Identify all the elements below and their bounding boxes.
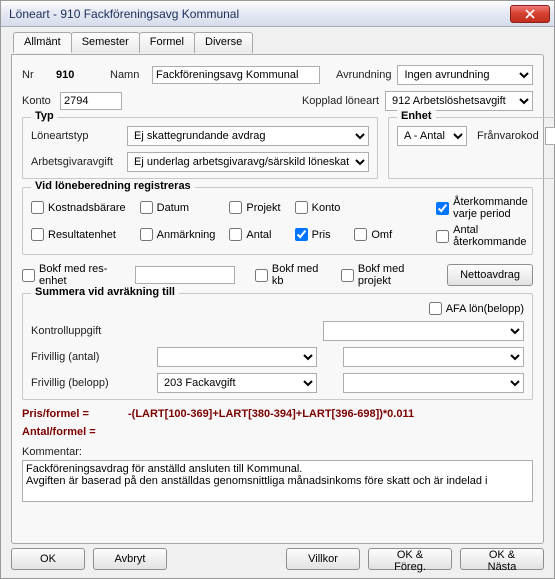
bokf-resenhet-input[interactable] [135, 266, 235, 284]
cb-antal-ater[interactable]: Antal återkommande [436, 224, 528, 248]
ok-foreg-button[interactable]: OK & Föreg. [368, 548, 452, 570]
cb-bokf-kb[interactable]: Bokf med kb [255, 263, 329, 287]
titlebar: Löneart - 910 Fackföreningsavg Kommunal [1, 1, 554, 27]
tab-content: Nr 910 Namn Avrundning Ingen avrundning … [11, 54, 544, 544]
franvaro-label: Frånvarokod [477, 130, 539, 142]
tab-diverse[interactable]: Diverse [194, 32, 253, 53]
name-label: Namn [110, 69, 146, 81]
window: Löneart - 910 Fackföreningsavg Kommunal … [0, 0, 555, 579]
avrund-select[interactable]: Ingen avrundning [397, 65, 533, 85]
typ-enhet-row: Typ Löneartstyp Ej skattegrundande avdra… [22, 117, 533, 187]
cb-omf[interactable]: Omf [354, 223, 392, 246]
loneartstyp-label: Löneartstyp [31, 130, 121, 142]
cb-resultatenhet[interactable]: Resultatenhet [31, 223, 126, 246]
loneartstyp-select[interactable]: Ej skattegrundande avdrag [127, 126, 369, 146]
friv-antal-label: Frivillig (antal) [31, 351, 151, 363]
comment-textarea[interactable]: Fackföreningsavdrag för anställd anslute… [22, 460, 533, 502]
franvaro-input[interactable] [545, 127, 555, 145]
summera-legend: Summera vid avräkning till [31, 286, 179, 298]
ok-button[interactable]: OK [11, 548, 85, 570]
header-row-1: Nr 910 Namn Avrundning Ingen avrundning [22, 65, 533, 85]
antalformel-label: Antal/formel = [22, 426, 122, 438]
avrund-label: Avrundning [336, 69, 391, 81]
name-input[interactable] [152, 66, 320, 84]
tab-formel[interactable]: Formel [139, 32, 195, 53]
kopplad-select[interactable]: 912 Arbetslöshetsavgift [385, 91, 533, 111]
villkor-button[interactable]: Villkor [286, 548, 360, 570]
prisformel-value: -(LART[100-369]+LART[380-394]+LART[396-6… [128, 408, 414, 420]
cb-antal[interactable]: Antal [229, 223, 280, 246]
cb-bokf-projekt[interactable]: Bokf med projekt [341, 263, 435, 287]
typ-group: Typ Löneartstyp Ej skattegrundande avdra… [22, 117, 378, 179]
arbgiv-select[interactable]: Ej underlag arbetsgivaravg/särskild löne… [127, 152, 369, 172]
kontrolluppgift-label: Kontrolluppgift [31, 325, 151, 337]
button-row: OK Avbryt Villkor OK & Föreg. OK & Nästa [11, 544, 544, 570]
cb-projekt[interactable]: Projekt [229, 196, 280, 219]
enhet-legend: Enhet [397, 110, 436, 122]
reg-right: Återkommande varje period Antal återkomm… [436, 196, 528, 248]
enhet-select[interactable]: A - Antal [397, 126, 467, 146]
kontrolluppgift-select[interactable] [323, 321, 524, 341]
cb-bokf-resenhet[interactable]: Bokf med res-enhet [22, 263, 129, 287]
cb-afa[interactable]: AFA lön(belopp) [429, 302, 524, 315]
typ-legend: Typ [31, 110, 58, 122]
header-row-2: Konto Kopplad löneart 912 Arbetslöshetsa… [22, 91, 533, 111]
summera-group: Summera vid avräkning till AFA lön(belop… [22, 293, 533, 400]
konto-input[interactable] [60, 92, 122, 110]
reg-group: Vid löneberedning registreras Kostnadsbä… [22, 187, 533, 255]
ok-nasta-button[interactable]: OK & Nästa [460, 548, 544, 570]
window-title: Löneart - 910 Fackföreningsavg Kommunal [9, 7, 510, 21]
window-body: Allmänt Semester Formel Diverse Nr 910 N… [1, 27, 554, 578]
tab-bar: Allmänt Semester Formel Diverse [11, 31, 544, 52]
cb-datum[interactable]: Datum [140, 196, 216, 219]
close-button[interactable] [510, 5, 550, 23]
friv-belopp-label: Frivillig (belopp) [31, 377, 151, 389]
nettoavdrag-button[interactable]: Nettoavdrag [447, 264, 533, 286]
friv-antal-select-2[interactable] [343, 347, 524, 367]
cb-aterkommande[interactable]: Återkommande varje period [436, 196, 528, 220]
prisformel-label: Pris/formel = [22, 408, 122, 420]
konto-label: Konto [22, 95, 54, 107]
avbryt-button[interactable]: Avbryt [93, 548, 167, 570]
enhet-group: Enhet A - Antal Frånvarokod [388, 117, 555, 179]
cb-pris[interactable]: Pris [295, 223, 341, 246]
arbgiv-label: Arbetsgivaravgift [31, 156, 121, 168]
nr-label: Nr [22, 69, 50, 81]
friv-belopp-select-2[interactable] [343, 373, 524, 393]
friv-antal-select-1[interactable] [157, 347, 317, 367]
tab-semester[interactable]: Semester [71, 32, 140, 53]
friv-belopp-select-1[interactable]: 203 Fackavgift [157, 373, 317, 393]
reg-legend: Vid löneberedning registreras [31, 180, 195, 192]
tab-allmant[interactable]: Allmänt [13, 32, 72, 53]
nr-value: 910 [56, 69, 92, 81]
bokf-row: Bokf med res-enhet Bokf med kb Bokf med … [22, 263, 533, 287]
close-icon [525, 9, 535, 19]
kopplad-label: Kopplad löneart [302, 95, 379, 107]
cb-kostnadsbarare[interactable]: Kostnadsbärare [31, 196, 126, 219]
cb-anmarkning[interactable]: Anmärkning [140, 223, 216, 246]
reg-grid-left: Kostnadsbärare Datum Projekt Konto Resul… [31, 196, 406, 246]
cb-konto[interactable]: Konto [295, 196, 341, 219]
comment-label: Kommentar: [22, 446, 533, 458]
